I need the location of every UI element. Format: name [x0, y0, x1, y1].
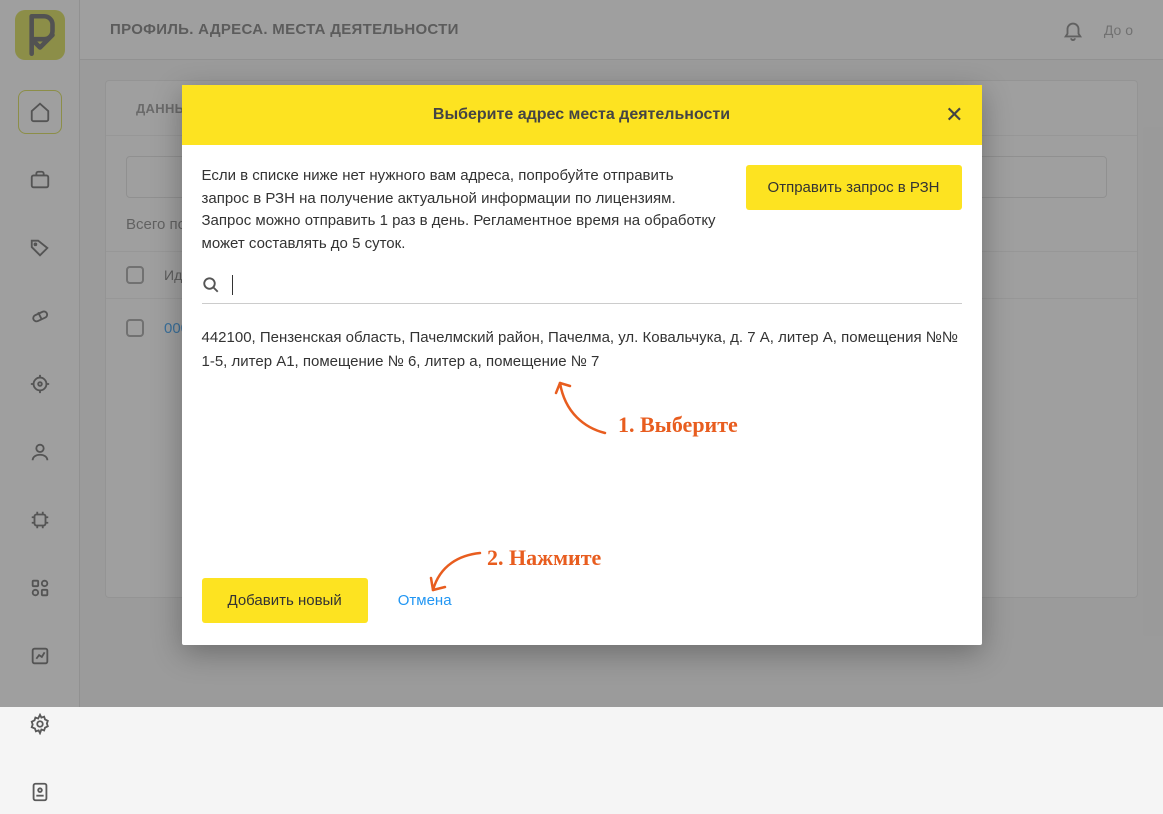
modal-info-text: Если в списке ниже нет нужного вам адрес…	[202, 165, 716, 255]
modal-search-input[interactable]	[245, 277, 962, 294]
close-icon[interactable]: ✕	[945, 102, 963, 128]
address-item[interactable]: 442100, Пензенская область, Пачелмский р…	[202, 322, 962, 378]
modal-header: Выберите адрес места деятельности ✕	[182, 85, 982, 145]
address-modal: Выберите адрес места деятельности ✕ Если…	[182, 85, 982, 645]
cancel-link[interactable]: Отмена	[398, 592, 452, 609]
address-list: 442100, Пензенская область, Пачелмский р…	[202, 322, 962, 378]
modal-title: Выберите адрес места деятельности	[433, 106, 730, 124]
nav-settings[interactable]	[18, 702, 62, 746]
modal-footer: Добавить новый Отмена	[182, 558, 982, 645]
modal-body: Если в списке ниже нет нужного вам адрес…	[182, 145, 982, 388]
modal-overlay: Выберите адрес места деятельности ✕ Если…	[0, 0, 1163, 707]
search-cursor	[232, 275, 233, 295]
modal-info-row: Если в списке ниже нет нужного вам адрес…	[202, 165, 962, 255]
search-icon	[202, 276, 220, 294]
add-new-button[interactable]: Добавить новый	[202, 578, 368, 623]
modal-search[interactable]	[202, 275, 962, 304]
nav-book[interactable]	[18, 770, 62, 814]
send-rzn-button[interactable]: Отправить запрос в РЗН	[746, 165, 962, 210]
